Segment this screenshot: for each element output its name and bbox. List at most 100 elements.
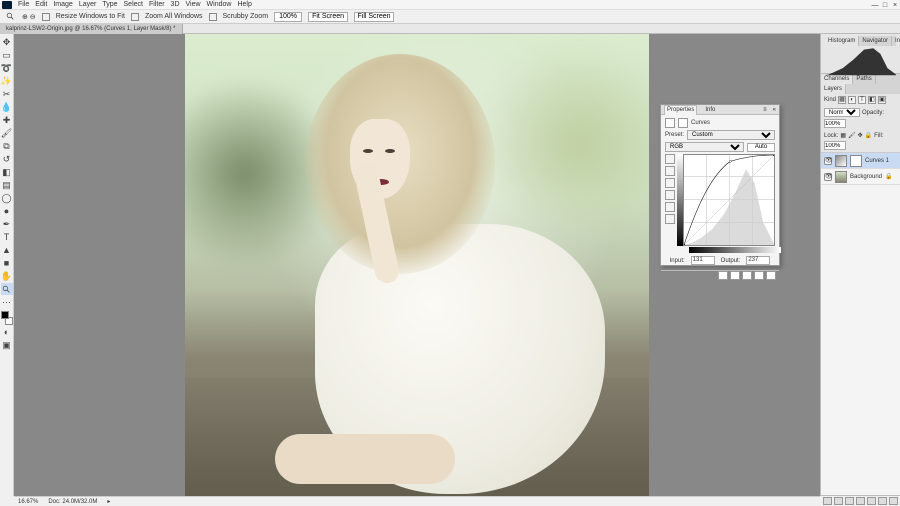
- lock-pixels-icon[interactable]: 🖌: [848, 132, 856, 139]
- menu-layer[interactable]: Layer: [79, 1, 97, 8]
- type-tool[interactable]: T: [1, 231, 13, 243]
- new-layer-icon[interactable]: [878, 497, 887, 505]
- mask-icon[interactable]: [678, 118, 688, 128]
- channel-select[interactable]: RGB: [665, 142, 744, 152]
- blend-mode-select[interactable]: Normal: [824, 108, 860, 117]
- menu-window[interactable]: Window: [207, 1, 232, 8]
- visibility-toggle-icon[interactable]: 👁: [824, 173, 832, 181]
- toggle-visibility-icon[interactable]: [754, 271, 764, 280]
- gradient-tool[interactable]: ▤: [1, 179, 13, 191]
- menu-type[interactable]: Type: [102, 1, 117, 8]
- fit-screen-button[interactable]: Fit Screen: [308, 12, 348, 22]
- layer-row[interactable]: 👁 Background 🔒: [821, 169, 900, 185]
- filter-pixel-icon[interactable]: ▦: [838, 96, 846, 104]
- auto-button[interactable]: Auto: [747, 143, 775, 152]
- rect-marquee-tool[interactable]: ▭: [1, 49, 13, 61]
- output-value[interactable]: 237: [746, 256, 770, 265]
- hand-tool[interactable]: ✋: [1, 270, 13, 282]
- sample-gray-icon[interactable]: [665, 178, 675, 188]
- menu-help[interactable]: Help: [237, 1, 251, 8]
- eraser-tool[interactable]: ◧: [1, 166, 13, 178]
- layer-mask-thumbnail[interactable]: [850, 155, 862, 167]
- link-layers-icon[interactable]: [823, 497, 832, 505]
- lock-all-icon[interactable]: 🔒: [865, 132, 872, 139]
- rectangle-tool[interactable]: ■: [1, 257, 13, 269]
- panel-menu-icon[interactable]: ≡: [763, 107, 767, 113]
- path-select-tool[interactable]: ▲: [1, 244, 13, 256]
- window-minimize-button[interactable]: —: [870, 0, 880, 10]
- window-maximize-button[interactable]: □: [880, 0, 890, 10]
- properties-panel[interactable]: Properties Info ≡ « Curves Preset: Custo…: [660, 104, 780, 266]
- delete-adjustment-icon[interactable]: [766, 271, 776, 280]
- doc-info[interactable]: Doc: 24.0M/32.0M: [48, 499, 97, 505]
- menu-select[interactable]: Select: [124, 1, 143, 8]
- menu-view[interactable]: View: [186, 1, 201, 8]
- tab-info[interactable]: Info: [892, 36, 900, 46]
- new-group-icon[interactable]: [867, 497, 876, 505]
- menu-edit[interactable]: Edit: [35, 1, 47, 8]
- layer-thumbnail[interactable]: [835, 171, 847, 183]
- curve-point-selected[interactable]: [729, 160, 731, 162]
- panel-collapse-icon[interactable]: «: [773, 107, 776, 113]
- fill-field[interactable]: [824, 141, 846, 150]
- eyedropper-tool[interactable]: 💧: [1, 101, 13, 113]
- edit-points-icon[interactable]: [665, 202, 675, 212]
- spot-heal-tool[interactable]: ✚: [1, 114, 13, 126]
- scrubby-zoom-checkbox[interactable]: [209, 13, 217, 21]
- fill-screen-button[interactable]: Fill Screen: [354, 12, 394, 22]
- tab-properties[interactable]: Properties: [664, 105, 697, 115]
- layer-name[interactable]: Curves 1: [865, 158, 889, 164]
- on-image-adjust-icon[interactable]: [665, 154, 675, 164]
- dodge-tool[interactable]: ●: [1, 205, 13, 217]
- filter-shape-icon[interactable]: ◧: [868, 96, 876, 104]
- menu-image[interactable]: Image: [53, 1, 72, 8]
- layer-name[interactable]: Background: [850, 174, 882, 180]
- quick-mask-toggle[interactable]: ◐: [1, 326, 13, 338]
- layer-mask-icon[interactable]: [845, 497, 854, 505]
- tab-histogram[interactable]: Histogram: [825, 36, 859, 46]
- filter-adjust-icon[interactable]: ◐: [848, 96, 856, 104]
- sample-white-icon[interactable]: [665, 166, 675, 176]
- delete-layer-icon[interactable]: [889, 497, 898, 505]
- menu-file[interactable]: File: [18, 1, 29, 8]
- layer-row[interactable]: 👁 Curves 1: [821, 153, 900, 169]
- tab-layers[interactable]: Layers: [821, 84, 846, 94]
- filter-type-icon[interactable]: T: [858, 96, 866, 104]
- lock-transparent-icon[interactable]: ▦: [840, 132, 846, 139]
- resize-windows-checkbox[interactable]: [42, 13, 50, 21]
- brush-tool[interactable]: 🖌: [1, 127, 13, 139]
- window-close-button[interactable]: ×: [890, 0, 900, 10]
- zoom-all-checkbox[interactable]: [131, 13, 139, 21]
- lock-position-icon[interactable]: ✥: [858, 132, 863, 139]
- document-tab[interactable]: kalprinz-LSW2-Origin.jpg @ 16.67% (Curve…: [0, 24, 183, 34]
- opacity-field[interactable]: [824, 119, 846, 128]
- adjustment-thumbnail[interactable]: [835, 155, 847, 167]
- visibility-toggle-icon[interactable]: 👁: [824, 157, 832, 165]
- filter-smart-icon[interactable]: ▣: [878, 96, 886, 104]
- menu-filter[interactable]: Filter: [149, 1, 165, 8]
- tab-navigator[interactable]: Navigator: [859, 36, 892, 46]
- lasso-tool[interactable]: ➰: [1, 62, 13, 74]
- history-brush-tool[interactable]: ↺: [1, 153, 13, 165]
- sample-black-icon[interactable]: [665, 190, 675, 200]
- move-tool[interactable]: ✥: [1, 36, 13, 48]
- document-canvas[interactable]: [185, 34, 649, 498]
- menu-3d[interactable]: 3D: [171, 1, 180, 8]
- edit-toolbar-button[interactable]: ⋯: [1, 296, 13, 308]
- blur-tool[interactable]: ◯: [1, 192, 13, 204]
- foreground-color-swatch[interactable]: [1, 311, 9, 319]
- tab-info-2[interactable]: Info: [703, 107, 717, 113]
- clone-stamp-tool[interactable]: ⧉: [1, 140, 13, 152]
- draw-curve-icon[interactable]: [665, 214, 675, 224]
- zoom-level[interactable]: 16.67%: [18, 499, 38, 505]
- layer-style-icon[interactable]: [834, 497, 843, 505]
- zoom-tool[interactable]: [1, 283, 13, 295]
- new-adjustment-icon[interactable]: [856, 497, 865, 505]
- clip-to-layer-icon[interactable]: [718, 271, 728, 280]
- zoom-100-button[interactable]: 100%: [274, 12, 302, 22]
- view-previous-icon[interactable]: [730, 271, 740, 280]
- foreground-background-colors[interactable]: [1, 311, 13, 325]
- input-value[interactable]: 131: [691, 256, 715, 265]
- pen-tool[interactable]: ✒: [1, 218, 13, 230]
- preset-select[interactable]: Custom: [687, 130, 775, 140]
